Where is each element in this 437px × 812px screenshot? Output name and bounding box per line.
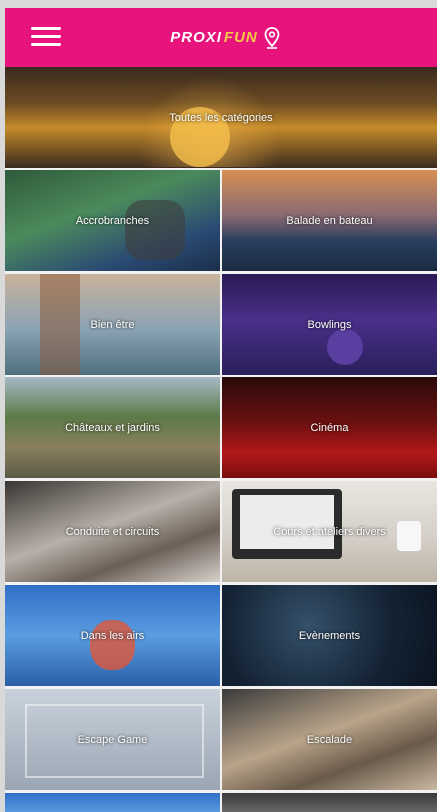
category-tile-all[interactable]: Toutes les catégories: [5, 67, 437, 168]
logo-text-fun: FUN: [223, 29, 258, 46]
app-logo: PROXI FUN: [170, 26, 280, 49]
category-label: Bien être: [90, 318, 135, 331]
category-tile-cours-ateliers[interactable]: Cours et ateliers divers: [222, 481, 437, 582]
category-tile-dans-les-airs[interactable]: Dans les airs: [5, 585, 220, 686]
category-tile-partial[interactable]: [222, 793, 437, 812]
hamburger-menu-icon[interactable]: [31, 25, 61, 49]
category-tile-chateaux-jardins[interactable]: Châteaux et jardins: [5, 377, 220, 478]
category-label: Châteaux et jardins: [65, 421, 160, 434]
category-label: Escape Game: [77, 733, 148, 746]
category-label: Dans les airs: [80, 629, 145, 642]
category-tile-balade-bateau[interactable]: Balade en bateau: [222, 170, 437, 271]
category-label: Escalade: [306, 733, 353, 746]
category-label: Cinéma: [310, 421, 349, 434]
top-bar: PROXI FUN: [5, 8, 437, 67]
category-label: Balade en bateau: [286, 214, 373, 227]
map-pin-icon: [264, 26, 280, 49]
category-tile-bien-etre[interactable]: Bien être: [5, 274, 220, 375]
logo-text-proxi: PROXI: [170, 29, 222, 46]
category-tile-escape-game[interactable]: Escape Game: [5, 689, 220, 790]
category-label: Cours et ateliers divers: [273, 525, 386, 538]
category-label: Accrobranches: [75, 214, 150, 227]
app-screen: PROXI FUN Toutes les catégories Accrobra…: [5, 8, 437, 812]
category-tile-conduite-circuits[interactable]: Conduite et circuits: [5, 481, 220, 582]
category-tile-partial[interactable]: [5, 793, 220, 812]
category-tile-evenements[interactable]: Evènements: [222, 585, 437, 686]
category-label: Bowlings: [307, 318, 352, 331]
category-label: Evènements: [298, 629, 361, 642]
category-tile-cinema[interactable]: Cinéma: [222, 377, 437, 478]
category-tile-escalade[interactable]: Escalade: [222, 689, 437, 790]
category-label: Toutes les catégories: [169, 111, 273, 124]
category-label: Conduite et circuits: [65, 525, 160, 538]
category-tile-bowlings[interactable]: Bowlings: [222, 274, 437, 375]
category-tile-accrobranches[interactable]: Accrobranches: [5, 170, 220, 271]
